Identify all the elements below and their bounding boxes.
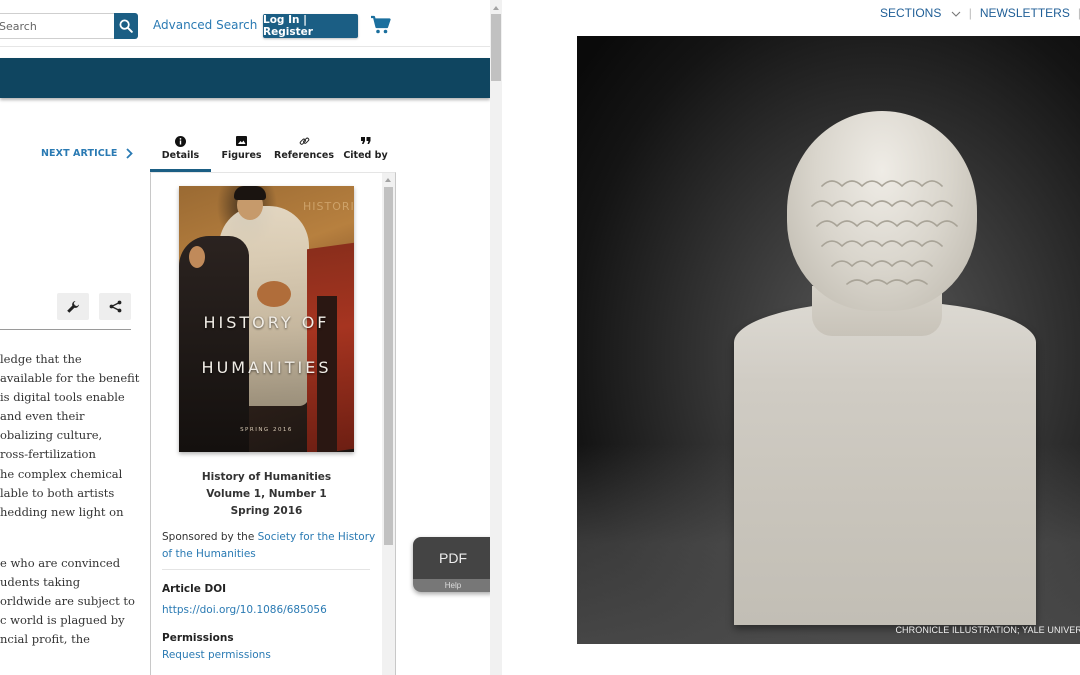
text-line: ncial profit, the (0, 632, 90, 647)
journal-volume: Volume 1, Number 1 (206, 488, 327, 500)
news-article-window: SECTIONS | NEWSLETTERS | TOP CHRONICLE I… (577, 0, 1080, 675)
text-line: lable to both artists (0, 485, 115, 500)
doi-label: Article DOI (162, 583, 227, 595)
quote-icon (360, 137, 370, 144)
login-register-button[interactable]: Log In | Register (263, 14, 358, 38)
details-panel: HISTORIA HISTORY OF HUMANITIES SPRING 20… (150, 172, 396, 675)
nav-newsletters[interactable]: NEWSLETTERS (980, 6, 1070, 20)
search-icon (119, 19, 133, 33)
hero-image: CHRONICLE ILLUSTRATION; YALE UNIVER (577, 36, 1080, 644)
sponsor-text: Sponsored by the Society for the History… (162, 529, 377, 563)
tools-button[interactable] (57, 293, 89, 320)
chevron-right-icon (125, 148, 133, 159)
request-permissions-link[interactable]: Request permissions (162, 649, 271, 661)
doi-link[interactable]: https://doi.org/10.1086/685056 (162, 604, 327, 616)
chevron-down-icon (951, 11, 961, 17)
journal-cover-image[interactable]: HISTORIA HISTORY OF HUMANITIES SPRING 20… (179, 186, 354, 452)
details-panel-scrollbar[interactable] (382, 173, 395, 675)
text-line: udents taking (0, 575, 81, 590)
text-line: ross-fertilization (0, 447, 96, 462)
text-line: ledge that the (0, 352, 82, 366)
share-icon (109, 300, 121, 313)
bust-curls (811, 180, 958, 286)
advanced-search-link[interactable]: Advanced Search (153, 18, 257, 32)
scroll-up-arrow-icon[interactable] (385, 178, 391, 182)
next-article-label: NEXT ARTICLE (41, 148, 118, 159)
info-icon (175, 135, 186, 147)
article-paragraph: ledge that the available for the benefit… (0, 350, 139, 522)
text-line: and even their (0, 409, 85, 424)
scrollbar-thumb[interactable] (384, 187, 393, 545)
cart-button[interactable] (370, 14, 392, 36)
text-line: available for the benefit (0, 371, 140, 386)
bust-base (734, 301, 1036, 625)
nav-separator: | (968, 6, 972, 20)
scrollbar-thumb[interactable] (491, 14, 501, 81)
text-line: hedding new light on (0, 504, 124, 519)
tab-details[interactable]: Details (150, 130, 211, 172)
tab-figures[interactable]: Figures (218, 130, 265, 172)
cover-watermark: HISTORIA (303, 200, 354, 213)
article-paragraph: e who are convinced udents taking orldwi… (0, 554, 135, 649)
sidebar-tabs: Details Figures References Cited by (150, 130, 395, 172)
text-line: he complex chemical (0, 466, 123, 481)
tab-label: Figures (221, 150, 262, 161)
cover-monk-face (189, 246, 205, 268)
text-line: is digital tools enable (0, 390, 125, 405)
search-input[interactable] (0, 13, 114, 39)
image-icon (236, 136, 247, 146)
text-line: c world is plagued by (0, 613, 125, 628)
pdf-label: PDF (413, 537, 493, 579)
image-credit: CHRONICLE ILLUSTRATION; YALE UNIVER (895, 625, 1080, 635)
search-button[interactable] (114, 13, 138, 39)
sponsor-prefix: Sponsored by the (162, 531, 258, 543)
nav-sections[interactable]: SECTIONS (880, 6, 961, 20)
text-line: obalizing culture, (0, 428, 103, 443)
tab-label: References (274, 150, 334, 161)
pdf-help-label[interactable]: Help (413, 579, 493, 592)
text-line: orldwide are subject to (0, 594, 135, 609)
cover-title-line1: HISTORY OF (203, 313, 330, 332)
link-icon (299, 137, 309, 145)
journal-article-window: Advanced Search Log In | Register NEXT A… (0, 0, 502, 675)
shopping-cart-icon (371, 15, 391, 34)
nav-sections-label: SECTIONS (880, 6, 942, 20)
cover-season: SPRING 2016 (240, 427, 293, 433)
journal-banner (0, 58, 490, 98)
cover-monk (179, 236, 249, 452)
text-line: e who are convinced (0, 556, 121, 570)
cover-figure-hat (234, 186, 266, 200)
journal-issue-date: Spring 2016 (230, 505, 303, 517)
tab-references[interactable]: References (274, 130, 334, 172)
header-divider (0, 46, 490, 47)
tab-cited-by[interactable]: Cited by (342, 130, 389, 172)
scroll-up-arrow-icon[interactable] (492, 6, 499, 10)
pdf-button[interactable]: PDF Help (413, 537, 493, 592)
article-tools-divider (0, 329, 131, 330)
journal-info: History of Humanities Volume 1, Number 1… (151, 469, 382, 520)
tab-label: Details (161, 150, 200, 161)
share-button[interactable] (99, 293, 131, 320)
section-divider (162, 569, 370, 570)
page-scrollbar[interactable] (490, 0, 502, 675)
cover-palette (257, 281, 291, 307)
next-article-link[interactable]: NEXT ARTICLE (41, 148, 133, 159)
tab-label: Cited by (343, 150, 388, 161)
permissions-label: Permissions (162, 632, 234, 644)
journal-title: History of Humanities (201, 471, 332, 483)
top-nav: SECTIONS | NEWSLETTERS | TOP (880, 6, 1080, 20)
cover-title-line2: HUMANITIES (201, 358, 332, 377)
wrench-icon (67, 300, 79, 313)
